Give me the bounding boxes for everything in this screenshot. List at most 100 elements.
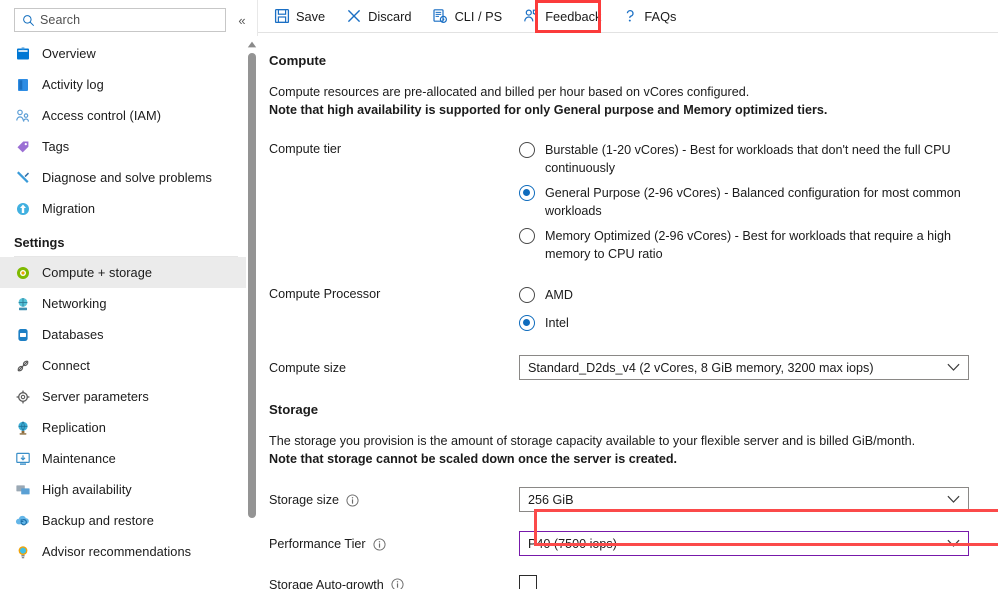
radio-compute-tier-burstable[interactable]: Burstable (1-20 vCores) - Best for workl… [519,141,998,177]
access-control-icon [14,107,32,125]
radio-processor-intel[interactable]: Intel [519,314,998,332]
migration-icon [14,200,32,218]
save-button[interactable]: Save [270,3,328,29]
sidebar-group-settings: Settings [14,235,65,250]
discard-button[interactable]: Discard [342,3,414,29]
sidebar-item-diagnose[interactable]: Diagnose and solve problems [0,162,248,193]
faqs-button[interactable]: FAQs [618,3,679,29]
storage-description-line2: Note that storage cannot be scaled down … [269,452,678,466]
feedback-icon [522,8,539,25]
radio-mark-icon [519,287,535,303]
search-icon [21,13,35,27]
sidebar-item-label: Tags [42,139,70,154]
feedback-button[interactable]: Feedback [519,3,604,29]
tags-icon [14,138,32,156]
radio-mark-icon [519,142,535,158]
sidebar-item-label: Backup and restore [42,513,154,528]
faqs-label: FAQs [644,8,677,24]
radio-label: Burstable (1-20 vCores) - Best for workl… [545,143,951,175]
storage-size-label-text: Storage size [269,493,340,507]
storage-auto-growth-label-text: Storage Auto-growth [269,577,384,589]
sidebar-item-replication[interactable]: Replication [0,412,248,443]
connect-icon [14,357,32,375]
storage-size-dropdown[interactable]: 256 GiB [519,487,969,512]
compute-tier-field: Compute tier Burstable (1-20 vCores) - B… [258,141,998,270]
main-content: Save Discard CLI / PS Feedback FAQs Comp… [258,0,998,589]
compute-size-value: Standard_D2ds_v4 (2 vCores, 8 GiB memory… [528,360,874,375]
sidebar-item-label: Activity log [42,77,104,92]
storage-auto-growth-label: Storage Auto-growth [269,577,519,589]
scrollbar-thumb[interactable] [248,53,256,518]
sidebar-item-migration[interactable]: Migration [0,193,248,224]
sidebar-item-networking[interactable]: Networking [0,288,248,319]
storage-description-line1: The storage you provision is the amount … [269,434,916,448]
storage-size-field: Storage size 256 GiB [258,487,998,512]
sidebar-item-access-control[interactable]: Access control (IAM) [0,100,248,131]
radio-mark-icon [519,228,535,244]
compute-tier-radio-group: Burstable (1-20 vCores) - Best for workl… [519,141,998,270]
advisor-icon [14,543,32,561]
cli-ps-icon [432,8,449,25]
performance-tier-dropdown[interactable]: P40 (7500 iops) [519,531,969,556]
sidebar-item-overview[interactable]: Overview [0,38,248,69]
sidebar-item-tags[interactable]: Tags [0,131,248,162]
storage-auto-growth-checkbox[interactable] [519,575,537,589]
search-input[interactable]: Search [14,8,226,32]
sidebar-item-compute-storage[interactable]: Compute + storage [0,257,248,288]
sidebar-scrollbar[interactable] [246,36,258,589]
radio-processor-amd[interactable]: AMD [519,286,998,304]
server-parameters-icon [14,388,32,406]
storage-size-value: 256 GiB [528,492,574,507]
sidebar-nav-list: Overview Activity log Access control (IA… [0,38,248,589]
sidebar-item-label: Migration [42,201,96,216]
sidebar-item-maintenance[interactable]: Maintenance [0,443,248,474]
radio-compute-tier-memory-optimized[interactable]: Memory Optimized (2-96 vCores) - Best fo… [519,227,998,263]
compute-size-dropdown[interactable]: Standard_D2ds_v4 (2 vCores, 8 GiB memory… [519,355,969,380]
cli-ps-button[interactable]: CLI / PS [429,3,506,29]
radio-label: Memory Optimized (2-96 vCores) - Best fo… [545,229,951,261]
sidebar-item-label: Server parameters [42,389,149,404]
sidebar-item-label: Replication [42,420,106,435]
chevron-down-icon [947,356,960,379]
sidebar-item-label: Compute + storage [42,265,153,280]
compute-section-title: Compute [269,53,327,68]
compute-processor-radio-group: AMD Intel [519,286,998,339]
networking-icon [14,295,32,313]
feedback-label: Feedback [545,8,602,24]
compute-processor-field: Compute Processor AMD Intel [258,286,998,339]
storage-auto-growth-field: Storage Auto-growth [258,575,998,589]
radio-compute-tier-general-purpose[interactable]: General Purpose (2-96 vCores) - Balanced… [519,184,998,220]
chevron-down-icon [947,532,960,555]
sidebar-item-advisor-recommendations[interactable]: Advisor recommendations [0,536,248,567]
sidebar-item-label: Overview [42,46,96,61]
info-icon[interactable] [391,578,404,589]
performance-tier-label: Performance Tier [269,536,519,551]
databases-icon [14,326,32,344]
compute-storage-icon [14,264,32,282]
activity-log-icon [14,76,32,94]
sidebar-item-label: Networking [42,296,107,311]
sidebar-item-connect[interactable]: Connect [0,350,248,381]
info-icon[interactable] [346,493,359,507]
radio-label: AMD [545,288,573,302]
sidebar-item-databases[interactable]: Databases [0,319,248,350]
collapse-sidebar-icon[interactable]: « [235,10,249,30]
sidebar-item-backup-restore[interactable]: Backup and restore [0,505,248,536]
save-icon [273,8,290,25]
backup-restore-icon [14,512,32,530]
radio-mark-selected-icon [519,185,535,201]
overview-icon [14,45,32,63]
performance-tier-label-text: Performance Tier [269,537,366,551]
command-toolbar: Save Discard CLI / PS Feedback FAQs [258,0,998,33]
sidebar-item-server-parameters[interactable]: Server parameters [0,381,248,412]
scroll-up-arrow-icon[interactable] [246,38,258,50]
sidebar-item-high-availability[interactable]: High availability [0,474,248,505]
settings-content: Compute Compute resources are pre-alloca… [258,33,998,589]
info-icon[interactable] [373,537,386,551]
sidebar-item-label: Connect [42,358,91,373]
sidebar-item-activity-log[interactable]: Activity log [0,69,248,100]
sidebar-item-label: Advisor recommendations [42,544,192,559]
sidebar-item-label: Diagnose and solve problems [42,170,212,185]
compute-processor-label: Compute Processor [269,287,381,301]
azure-portal-compute-storage-page: Search « Overview Activity log Access co… [0,0,998,589]
